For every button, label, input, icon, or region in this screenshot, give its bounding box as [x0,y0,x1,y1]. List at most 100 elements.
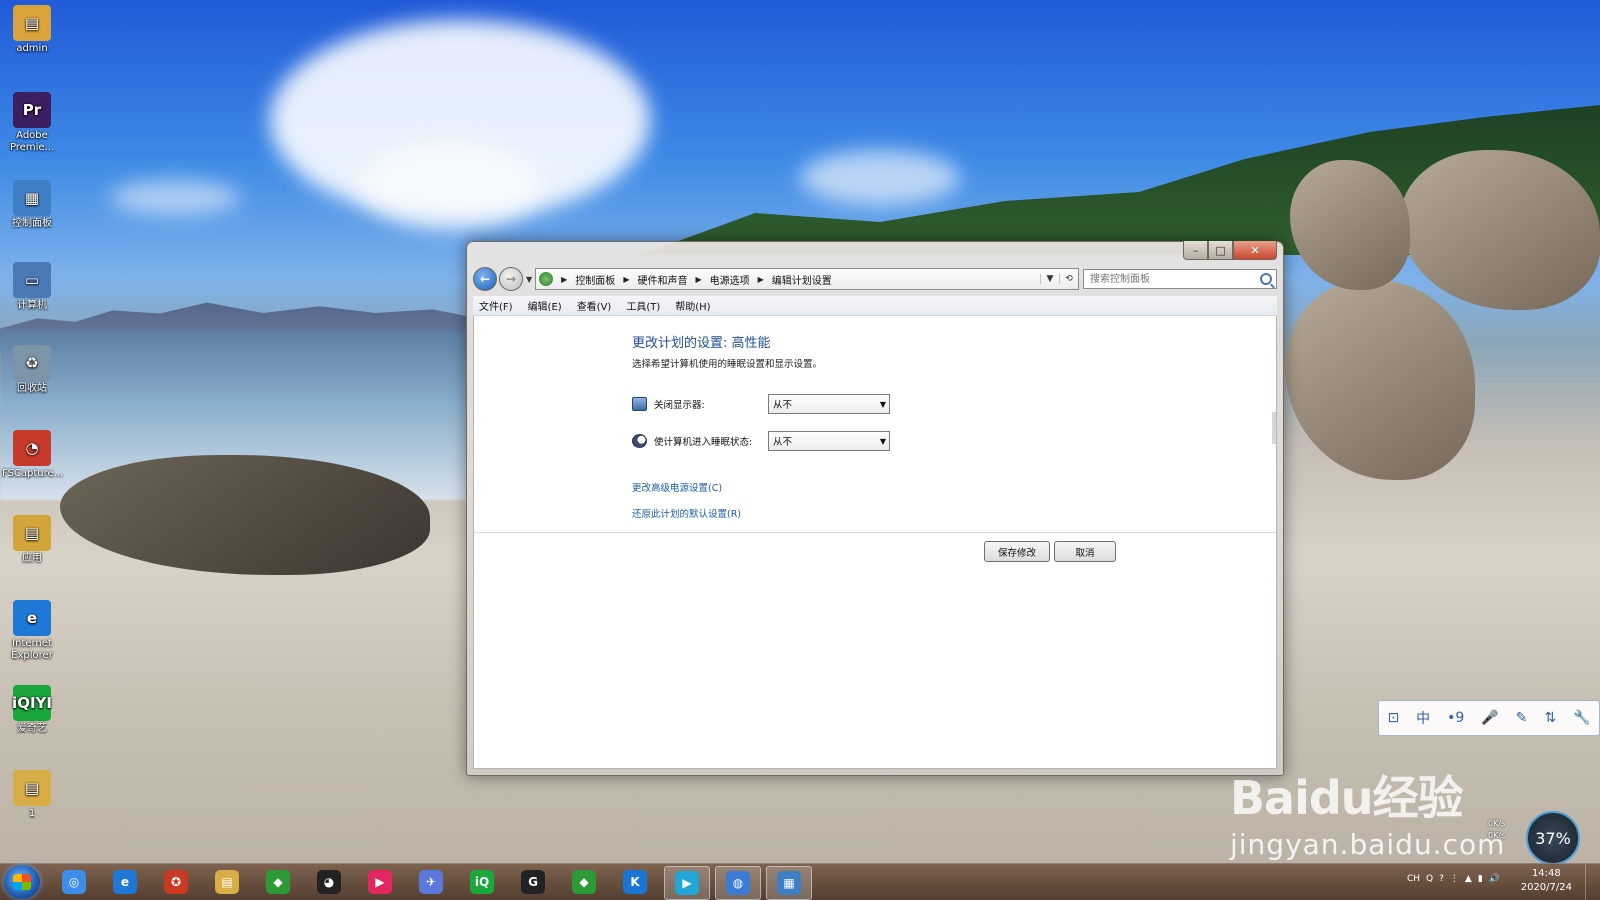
save-button[interactable]: 保存修改 [984,541,1050,562]
desktop-icon[interactable]: iQIYI 爱奇艺 [2,685,62,735]
taskbar-app-g[interactable]: G [511,866,555,898]
desktop-icon[interactable]: Pr Adobe Premie... [2,92,62,154]
desktop-app-icon: ▦ [13,180,51,216]
green-app-icon: ◆ [266,870,290,894]
desktop-icon[interactable]: e Internet Explorer [2,600,62,662]
chevron-down-icon: ▼ [879,436,886,446]
advanced-power-settings-link[interactable]: 更改高级电源设置(C) [632,480,722,494]
app-red-icon: ✪ [164,870,188,894]
desktop-icon[interactable]: ▤ 应用 [2,515,62,565]
back-button[interactable]: ← [473,267,497,291]
maximize-button[interactable]: □ [1208,241,1233,260]
menu-tools[interactable]: 工具(T) [626,298,660,313]
ime-tool-icon[interactable]: 🎤 [1481,710,1498,726]
ime-tool-icon[interactable]: 中 [1416,708,1430,728]
forward-button[interactable]: → [499,267,523,291]
start-button[interactable] [4,865,40,899]
desktop-app-icon: ▭ [13,262,51,298]
ime-tool-icon[interactable]: ✎ [1516,710,1528,726]
ime-toolbar: ⊡ 中 •9 🎤 ✎ ⇅ 🔧 [1378,700,1600,736]
taskbar-kugou[interactable]: K [613,866,657,898]
desktop-icon[interactable]: ▤ 1 [2,770,62,820]
scrollbar[interactable] [1272,412,1276,444]
menu-edit[interactable]: 编辑(E) [528,298,562,313]
arrow-left-icon: ← [479,272,491,286]
address-bar[interactable]: ▶ 控制面板 ▶ 硬件和声音 ▶ 电源选项 ▶ 编辑计划设置 ▼ ⟲ [535,268,1079,290]
desktop-icon-label: Adobe Premie... [9,130,55,153]
desktop-icon[interactable]: ▦ 控制面板 [2,180,62,230]
tray-icon[interactable]: Q [1426,874,1433,884]
baidu-netdisk-icon: ◎ [62,870,86,894]
breadcrumb-control-panel[interactable]: 控制面板 [575,272,615,287]
watermark-url: jingyan.baidu.com [1230,828,1506,861]
minimize-button[interactable]: – [1183,241,1208,260]
window-controls: – □ ✕ [1183,241,1277,260]
sleep-value: 从不 [773,437,793,448]
tray-icon[interactable]: ▮ [1478,874,1483,884]
tray-icon[interactable]: 🔊 [1489,874,1500,884]
desktop-icon-label: 应用 [22,553,42,564]
address-dropdown-icon[interactable]: ▼ [1040,274,1059,284]
search-input[interactable] [1088,272,1260,286]
display-off-select[interactable]: 从不 ▼ [768,394,890,414]
ime-tool-icon[interactable]: ⊡ [1387,710,1399,726]
taskbar-video-player[interactable]: ▶ [664,866,710,900]
desktop-icon[interactable]: ▭ 计算机 [2,262,62,312]
ime-tool-icon[interactable]: 🔧 [1573,710,1590,726]
refresh-icon[interactable]: ⟲ [1059,274,1078,284]
taskbar-file-explorer[interactable]: ▤ [205,866,249,898]
menu-bar: 文件(F) 编辑(E) 查看(V) 工具(T) 帮助(H) [473,296,1277,316]
breadcrumb-hardware-sound[interactable]: 硬件和声音 [637,272,687,287]
chevron-down-icon: ▼ [879,399,886,409]
feishu-icon: ✈ [419,870,443,894]
desktop-icon[interactable]: ◔ FSCapture... [2,430,63,480]
baidu-watermark: Baidu经验 [1230,771,1464,825]
sleep-select[interactable]: 从不 ▼ [768,431,890,451]
tray-icon[interactable]: ? [1439,874,1444,884]
desktop-app-icon: ▤ [13,515,51,551]
tray-icon[interactable]: ▲ [1465,874,1472,884]
taskbar-iqiyi[interactable]: iQ [460,866,504,898]
ime-tool-icon[interactable]: •9 [1447,710,1464,726]
restore-defaults-link[interactable]: 还原此计划的默认设置(R) [632,506,741,520]
desktop-icon[interactable]: ♻ 回收站 [2,345,62,395]
moon-icon [632,434,647,448]
close-button[interactable]: ✕ [1233,241,1277,260]
tray-icon[interactable]: CH [1407,874,1420,884]
desktop-icon-label: 回收站 [17,383,47,394]
taskbar-control-panel[interactable]: ▦ [766,866,812,900]
app-g-icon: G [521,870,545,894]
breadcrumb-edit-plan[interactable]: 编辑计划设置 [772,272,832,287]
navigation-bar: ← → ▼ ▶ 控制面板 ▶ 硬件和声音 ▶ 电源选项 ▶ 编辑计划设置 ▼ ⟲ [473,267,1277,291]
desktop-icon[interactable]: ▤ admin [2,5,62,55]
taskbar-green-app-2[interactable]: ◆ [562,866,606,898]
clock-time: 14:48 [1531,868,1561,879]
taskbar-qq[interactable]: ◕ [307,866,351,898]
menu-file[interactable]: 文件(F) [479,298,513,313]
recent-pages-dropdown[interactable]: ▼ [526,275,532,284]
menu-view[interactable]: 查看(V) [577,298,612,313]
clock[interactable]: 14:48 2020/7/24 [1521,867,1572,895]
menu-help[interactable]: 帮助(H) [675,298,710,313]
ime-tool-icon[interactable]: ⇅ [1544,710,1556,726]
cancel-button[interactable]: 取消 [1054,541,1116,562]
upload-speed: 0K/s [1488,819,1506,828]
taskbar-browser-app[interactable]: ◍ [715,866,761,900]
breadcrumb-separator-icon: ▶ [757,274,764,284]
desktop-app-icon: Pr [13,92,51,128]
taskbar-feishu[interactable]: ✈ [409,866,453,898]
taskbar-youku[interactable]: ▶ [358,866,402,898]
taskbar-internet-explorer[interactable]: e [103,866,147,898]
taskbar-app-red[interactable]: ✪ [154,866,198,898]
cpu-gauge[interactable]: 37% [1526,811,1580,865]
search-icon[interactable] [1260,273,1272,285]
tray-icon[interactable]: ⋮ [1450,874,1459,884]
search-box[interactable] [1083,269,1277,289]
breadcrumb-power-options[interactable]: 电源选项 [710,272,750,287]
taskbar-baidu-netdisk[interactable]: ◎ [52,866,96,898]
desktop-app-icon: ▤ [13,770,51,806]
taskbar-green-app[interactable]: ◆ [256,866,300,898]
show-desktop-button[interactable] [1585,864,1600,900]
control-panel-icon: ▦ [777,871,801,895]
page-description: 选择希望计算机使用的睡眠设置和显示设置。 [632,359,823,370]
